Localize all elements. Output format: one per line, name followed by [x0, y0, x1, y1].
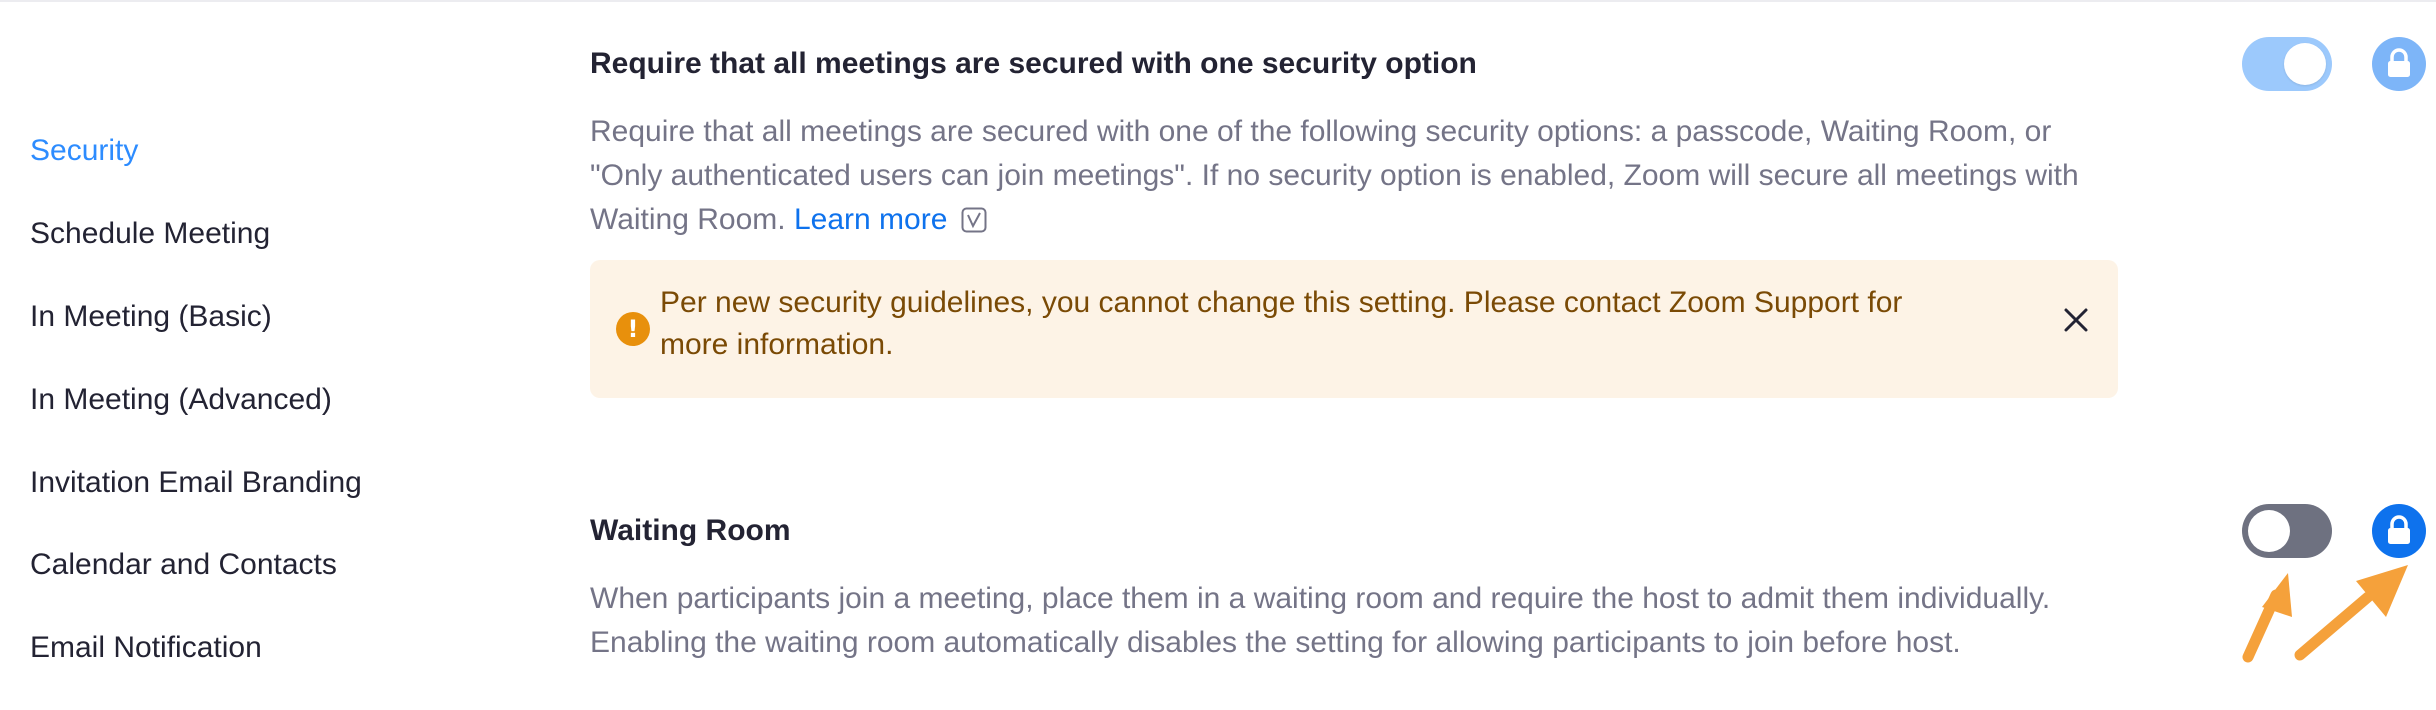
settings-sidebar: Security Schedule Meeting In Meeting (Ba… [0, 0, 560, 710]
annotation-arrow-lock [2294, 565, 2408, 661]
learn-more-link[interactable]: Learn more [794, 203, 947, 236]
settings-page: Security Schedule Meeting In Meeting (Ba… [0, 0, 2436, 710]
secure-option-title: Require that all meetings are secured wi… [590, 47, 1477, 80]
lock-icon [2388, 515, 2410, 544]
security-guideline-alert: ! Per new security guidelines, you canno… [590, 260, 2118, 398]
sidebar-item-in-meeting-basic[interactable]: In Meeting (Basic) [30, 297, 272, 337]
secure-option-lock-button[interactable] [2372, 37, 2426, 91]
sidebar-item-in-meeting-advanced[interactable]: In Meeting (Advanced) [30, 380, 332, 420]
external-link-icon[interactable] [961, 207, 987, 233]
close-icon[interactable] [2056, 300, 2096, 340]
sidebar-item-invitation-email-branding[interactable]: Invitation Email Branding [30, 463, 362, 503]
settings-content: Require that all meetings are secured wi… [590, 0, 2436, 710]
waiting-room-title: Waiting Room [590, 514, 791, 547]
sidebar-item-security[interactable]: Security [30, 131, 138, 171]
toggle-knob [2284, 43, 2326, 85]
secure-option-description: Require that all meetings are secured wi… [590, 110, 2110, 242]
sidebar-item-email-notification[interactable]: Email Notification [30, 628, 262, 668]
secure-option-toggle[interactable] [2242, 37, 2332, 91]
toggle-knob [2248, 510, 2290, 552]
sidebar-item-schedule-meeting[interactable]: Schedule Meeting [30, 214, 270, 254]
waiting-room-lock-button[interactable] [2372, 504, 2426, 558]
alert-message: Per new security guidelines, you cannot … [660, 286, 1903, 361]
sidebar-item-calendar-and-contacts[interactable]: Calendar and Contacts [30, 545, 337, 585]
waiting-room-toggle[interactable] [2242, 504, 2332, 558]
waiting-room-description: When participants join a meeting, place … [590, 582, 2051, 659]
exclamation-icon: ! [616, 312, 650, 346]
lock-icon [2388, 48, 2410, 77]
